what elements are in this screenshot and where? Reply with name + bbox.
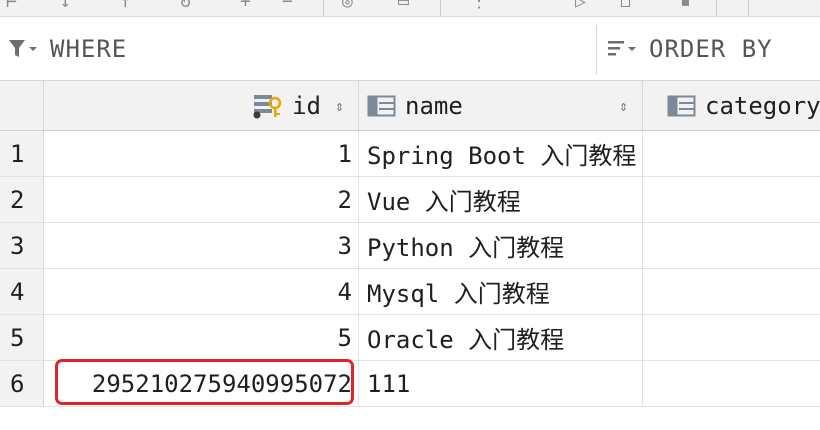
table-row[interactable]: 5 5 Oracle 入门教程 [0, 315, 820, 361]
cell-id[interactable]: 3 [44, 223, 359, 268]
filter-bar: WHERE ORDER BY [0, 17, 820, 81]
cell-id[interactable]: 2 [44, 177, 359, 222]
sort-updown-icon[interactable]: ⇕ [619, 97, 628, 115]
table-row[interactable]: 6 295210275940995072 111 [0, 361, 820, 407]
cell-name[interactable]: Python 入门教程 [359, 223, 643, 268]
toolbar-separator [748, 0, 749, 16]
table-row[interactable]: 2 2 Vue 入门教程 [0, 177, 820, 223]
primary-key-column-icon [252, 92, 284, 120]
search-icon[interactable]: ◎ [342, 0, 353, 11]
table-row[interactable]: 1 1 Spring Boot 入门教程 [0, 131, 820, 177]
toolbar-icon[interactable]: − [282, 0, 293, 11]
cell-id[interactable]: 5 [44, 315, 359, 360]
where-filter[interactable]: WHERE [8, 17, 127, 80]
cell-category[interactable] [643, 361, 820, 406]
order-by-label: ORDER BY [649, 34, 773, 63]
column-icon [667, 94, 697, 118]
cell-name[interactable]: Oracle 入门教程 [359, 315, 643, 360]
row-number: 4 [0, 269, 44, 314]
column-header-id[interactable]: id ⇕ [44, 81, 359, 130]
toolbar-icon[interactable]: ↑ [120, 0, 131, 11]
order-by-filter[interactable]: ORDER BY [607, 17, 773, 80]
toolbar-icon[interactable]: ▭ [398, 0, 409, 11]
cell-category[interactable] [643, 223, 820, 268]
row-number: 6 [0, 361, 44, 406]
row-number-header [0, 81, 44, 130]
column-label-id: id [292, 91, 321, 120]
row-number: 5 [0, 315, 44, 360]
column-icon [367, 94, 397, 118]
table-row[interactable]: 3 3 Python 入门教程 [0, 223, 820, 269]
toolbar-icon[interactable]: ▪ [680, 0, 691, 11]
toolbar-separator [323, 0, 324, 16]
column-header-category[interactable]: category [643, 81, 820, 130]
cell-category[interactable] [643, 315, 820, 360]
filter-separator [596, 25, 597, 75]
cell-name[interactable]: Spring Boot 入门教程 [359, 131, 643, 176]
toolbar-icon[interactable]: ↻ [180, 0, 191, 11]
toolbar-icon[interactable]: + [240, 0, 251, 11]
row-number: 2 [0, 177, 44, 222]
grid-header: id ⇕ name ⇕ category [0, 81, 820, 131]
column-header-name[interactable]: name ⇕ [359, 81, 643, 130]
cell-category[interactable] [643, 177, 820, 222]
cell-id[interactable]: 1 [44, 131, 359, 176]
toolbar-separator [716, 0, 717, 16]
cell-name[interactable]: 111 [359, 361, 643, 406]
toolbar-separator [440, 0, 441, 16]
sort-updown-icon[interactable]: ⇕ [335, 97, 344, 115]
cell-category[interactable] [643, 131, 820, 176]
sort-lines-icon [607, 34, 637, 64]
cell-id[interactable]: 295210275940995072 [44, 361, 359, 406]
filter-icon [8, 34, 38, 64]
column-label-category: category [705, 91, 820, 120]
toolbar-icon[interactable]: ▷ [575, 0, 586, 11]
where-label: WHERE [50, 34, 128, 63]
column-label-name: name [405, 91, 463, 120]
toolbar-icon[interactable]: ⋮ [470, 0, 488, 11]
toolbar-icon[interactable]: ◻ [620, 0, 631, 11]
toolbar-icon[interactable]: ↓ [60, 0, 71, 11]
toolbar: ⊢ ↓ ↑ ↻ + − ◎ ▭ ⋮ ▷ ◻ ▪ [0, 0, 820, 17]
toolbar-icon[interactable]: ⊢ [6, 0, 17, 11]
cell-category[interactable] [643, 269, 820, 314]
cell-name[interactable]: Vue 入门教程 [359, 177, 643, 222]
row-number: 1 [0, 131, 44, 176]
row-number: 3 [0, 223, 44, 268]
cell-id[interactable]: 4 [44, 269, 359, 314]
table-row[interactable]: 4 4 Mysql 入门教程 [0, 269, 820, 315]
cell-name[interactable]: Mysql 入门教程 [359, 269, 643, 314]
